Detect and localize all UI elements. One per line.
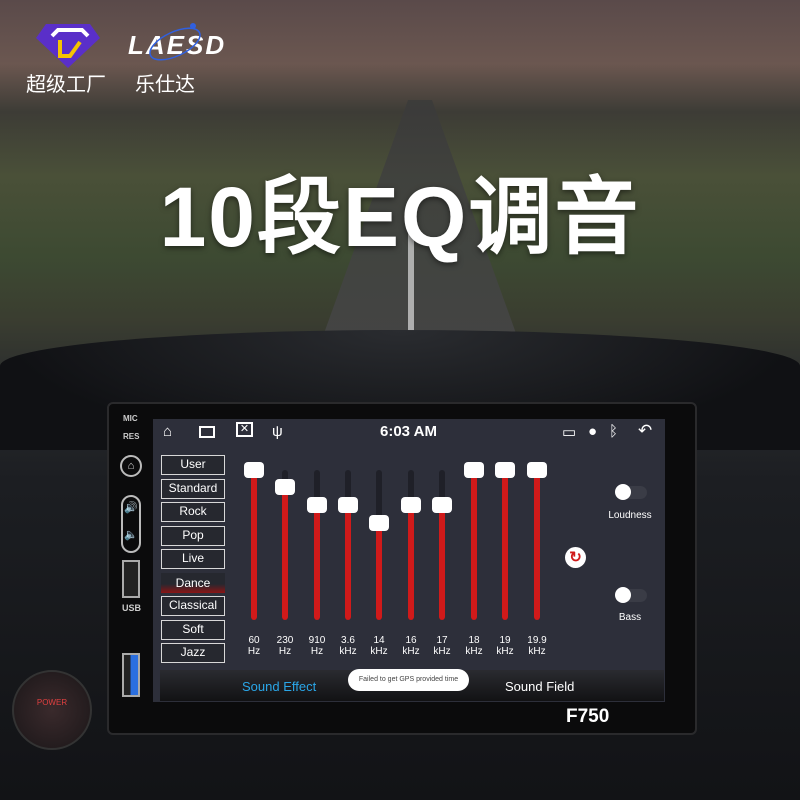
eq-slider-knob[interactable]: [495, 462, 515, 478]
eq-slider-knob[interactable]: [275, 478, 295, 495]
preset-live[interactable]: Live: [161, 549, 225, 569]
tab-sound-effect[interactable]: Sound Effect: [242, 679, 316, 694]
eq-band-unit: kHz: [370, 646, 388, 657]
eq-slider-knob[interactable]: [307, 496, 327, 513]
eq-level-fill: [439, 504, 445, 620]
preset-standard[interactable]: Standard: [161, 478, 225, 499]
preset-rock[interactable]: Rock: [161, 502, 225, 522]
eq-band-label: 18 kHz: [459, 635, 489, 657]
close-window-icon[interactable]: ✕: [236, 422, 253, 437]
volume-rocker[interactable]: 🔊 🔈: [121, 495, 141, 553]
logo-orbit-icon: [149, 23, 201, 61]
eq-band-label: 60 Hz: [239, 635, 269, 657]
eq-band-label: 910 Hz: [302, 635, 332, 657]
eq-band-unit: Hz: [247, 646, 261, 657]
eq-level-fill: [314, 504, 320, 620]
eq-band-freq: 14: [373, 635, 385, 646]
loudness-toggle[interactable]: [615, 484, 647, 500]
eq-band-unit: Hz: [278, 646, 292, 657]
eq-slider-knob[interactable]: [244, 462, 264, 478]
eq-band-unit: kHz: [465, 646, 483, 657]
eq-band-unit: kHz: [528, 646, 546, 657]
eq-band-freq: 17: [436, 635, 448, 646]
eq-level-fill: [534, 470, 540, 620]
eq-level-fill: [376, 522, 382, 620]
eq-band-unit: kHz: [402, 646, 420, 657]
eq-slider-knob[interactable]: [527, 462, 547, 478]
usb-label: USB: [122, 603, 142, 613]
clock: 6:03 AM: [380, 423, 437, 440]
recent-apps-icon[interactable]: [199, 426, 215, 438]
eq-band-freq: 60: [248, 635, 260, 646]
eq-band-freq: 230: [276, 635, 294, 646]
eq-band-label: 14 kHz: [364, 635, 394, 657]
eq-band-label: 17 kHz: [427, 635, 457, 657]
cast-icon: ▭: [562, 424, 577, 441]
super-factory-logo: [36, 24, 100, 68]
eq-level-fill: [408, 504, 414, 620]
eq-slider-knob[interactable]: [464, 462, 484, 478]
usb-icon: ψ: [272, 423, 283, 440]
eq-band-unit: kHz: [433, 646, 451, 657]
usb-port: [122, 560, 140, 598]
eq-level-fill: [251, 470, 257, 620]
res-button[interactable]: RES: [123, 432, 139, 441]
preset-dance[interactable]: Dance: [161, 572, 225, 593]
home-icon[interactable]: ⌂: [163, 423, 172, 440]
headline: 10段EQ调音: [159, 170, 641, 264]
bass-label: Bass: [618, 612, 642, 623]
eq-band-label: 3.6 kHz: [333, 635, 363, 657]
eq-band-label: 19 kHz: [490, 635, 520, 657]
eq-band-unit: kHz: [496, 646, 514, 657]
eq-slider-knob[interactable]: [432, 496, 452, 513]
preset-jazz[interactable]: Jazz: [161, 643, 225, 663]
eq-level-fill: [282, 486, 288, 620]
eq-level-fill: [345, 504, 351, 620]
eq-band-freq: 16: [405, 635, 417, 646]
eq-band-freq: 19: [499, 635, 511, 646]
eq-slider-knob[interactable]: [369, 514, 389, 531]
preset-pop[interactable]: Pop: [161, 525, 225, 546]
preset-classical[interactable]: Classical: [161, 596, 225, 616]
eq-slider-knob[interactable]: [338, 496, 358, 513]
preset-soft[interactable]: Soft: [161, 619, 225, 640]
volume-up-icon[interactable]: 🔊: [123, 501, 139, 514]
eq-band-freq: 910: [308, 635, 326, 646]
power-button[interactable]: POWER: [12, 670, 92, 750]
eq-band-freq: 19.9: [527, 635, 547, 646]
eq-level-fill: [471, 470, 477, 620]
loudness-label: Loudness: [608, 510, 652, 521]
reset-eq-icon[interactable]: ↻: [565, 547, 586, 568]
eq-band-freq: 18: [468, 635, 480, 646]
location-icon: ●: [588, 423, 598, 440]
logo-right-caption: 乐仕达: [135, 74, 195, 96]
bluetooth-icon: ᛒ: [609, 423, 619, 440]
bass-toggle[interactable]: [615, 587, 647, 603]
eq-band-unit: Hz: [310, 646, 324, 657]
home-hard-button[interactable]: ⌂: [120, 455, 142, 477]
toast-message: Failed to get GPS provided time: [348, 669, 469, 691]
preset-user[interactable]: User: [161, 455, 225, 475]
eq-band-label: 230 Hz: [270, 635, 300, 657]
volume-down-icon[interactable]: 🔈: [123, 528, 139, 541]
eq-band-unit: kHz: [339, 646, 357, 657]
tab-sound-field[interactable]: Sound Field: [505, 679, 574, 694]
eq-level-fill: [502, 470, 508, 620]
eq-band-label: 16 kHz: [396, 635, 426, 657]
eq-slider-knob[interactable]: [401, 496, 421, 513]
eq-band-freq: 3.6: [341, 635, 355, 646]
model-label: F750: [566, 706, 610, 727]
logo-left-caption: 超级工厂: [26, 74, 106, 96]
eq-band-label: 19.9 kHz: [522, 635, 552, 657]
back-icon[interactable]: ↶: [638, 421, 652, 441]
usb-3-port: [122, 653, 140, 697]
mic-label: MIC: [123, 414, 138, 423]
